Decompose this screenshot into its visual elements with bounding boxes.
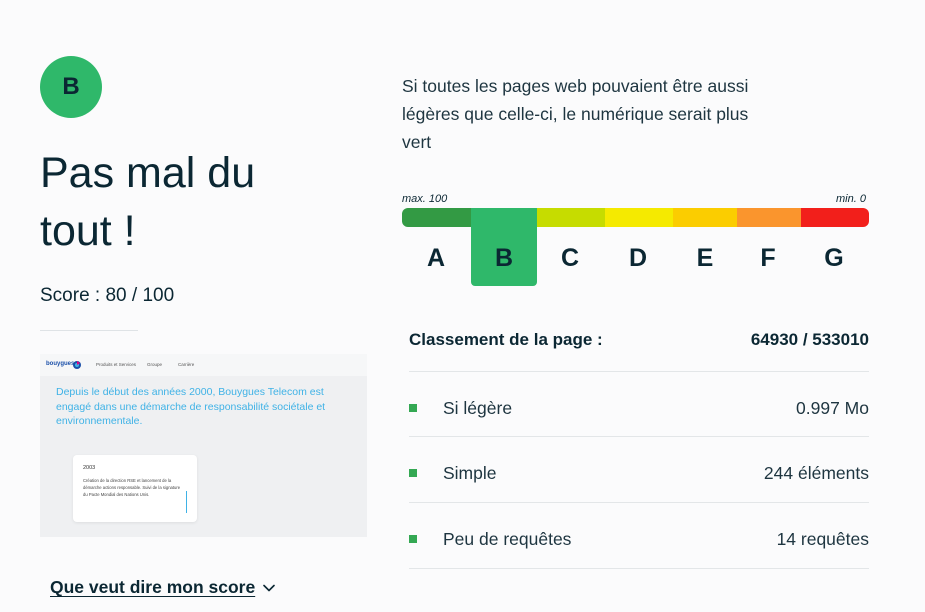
thumbnail-card-year: 2003 (83, 465, 96, 471)
thumbnail-card-text: Création de la direction RSE et lancemen… (83, 478, 181, 497)
result-headline: Pas mal du tout ! (40, 149, 256, 255)
grade-segment-f (737, 208, 801, 227)
score-explanation-link[interactable]: Que veut dire mon score (50, 577, 276, 598)
page-screenshot-thumbnail: bouygues Produits et Services Groupe Car… (40, 354, 367, 537)
grade-segment-d (605, 208, 673, 227)
thumbnail-title: Depuis le début des années 2000, Bouygue… (56, 386, 326, 427)
brand-logo-icon (73, 361, 81, 369)
grade-segment-g (801, 208, 869, 227)
metric-value: 14 requêtes (776, 528, 869, 549)
thumbnail-logo: bouygues (46, 361, 75, 367)
thumbnail-nav-item: Groupe (147, 362, 163, 367)
square-bullet-icon (409, 535, 417, 543)
grade-scale-letters: A B C D E F G (402, 244, 869, 278)
chevron-down-icon (263, 584, 276, 591)
grade-letter-c: C (560, 244, 580, 272)
divider (409, 371, 869, 372)
score-explanation-label: Que veut dire mon score (50, 577, 256, 597)
metric-label: Peu de requêtes (443, 528, 572, 549)
grade-segment-c (537, 208, 605, 227)
thumbnail-card-accent (186, 491, 187, 513)
grade-letter-b: B (494, 244, 514, 272)
thumbnail-nav-item: Carrière (178, 362, 195, 367)
divider (409, 436, 869, 437)
scale-max-label: max. 100 (402, 193, 448, 205)
grade-segment-a (402, 208, 471, 227)
metric-value: 0.997 Mo (796, 397, 869, 418)
grade-badge: B (40, 56, 102, 118)
thumbnail-navbar: bouygues Produits et Services Groupe Car… (40, 354, 367, 376)
metric-label: Si légère (443, 397, 513, 418)
score-text: Score : 80 / 100 (40, 285, 175, 306)
grade-letter-e: E (696, 244, 714, 272)
grade-letter-g: G (824, 244, 844, 272)
metric-value: 244 éléments (763, 462, 869, 483)
metric-label: Simple (443, 462, 497, 483)
divider (409, 568, 869, 569)
metric-row-requests: Peu de requêtes 14 requêtes (409, 527, 869, 551)
page-ranking: Classement de la page : 64930 / 533010 (409, 330, 869, 350)
grade-segment-e (673, 208, 737, 227)
intro-text: Si toutes les pages web pouvaient être a… (402, 76, 749, 152)
thumbnail-nav-item: Produits et Services (96, 362, 137, 367)
divider (40, 330, 138, 331)
ranking-label: Classement de la page : (409, 330, 603, 349)
ranking-value: 64930 / 533010 (750, 330, 869, 349)
square-bullet-icon (409, 469, 417, 477)
thumbnail-card: 2003 Création de la direction RSE et lan… (73, 455, 197, 522)
grade-letter-d: D (628, 244, 648, 272)
grade-letter-a: A (426, 244, 446, 272)
metric-row-weight: Si légère 0.997 Mo (409, 396, 869, 420)
grade-letter-f: F (760, 244, 776, 272)
divider (409, 502, 869, 503)
square-bullet-icon (409, 404, 417, 412)
scale-min-label: min. 0 (836, 193, 866, 205)
metric-row-elements: Simple 244 éléments (409, 461, 869, 485)
